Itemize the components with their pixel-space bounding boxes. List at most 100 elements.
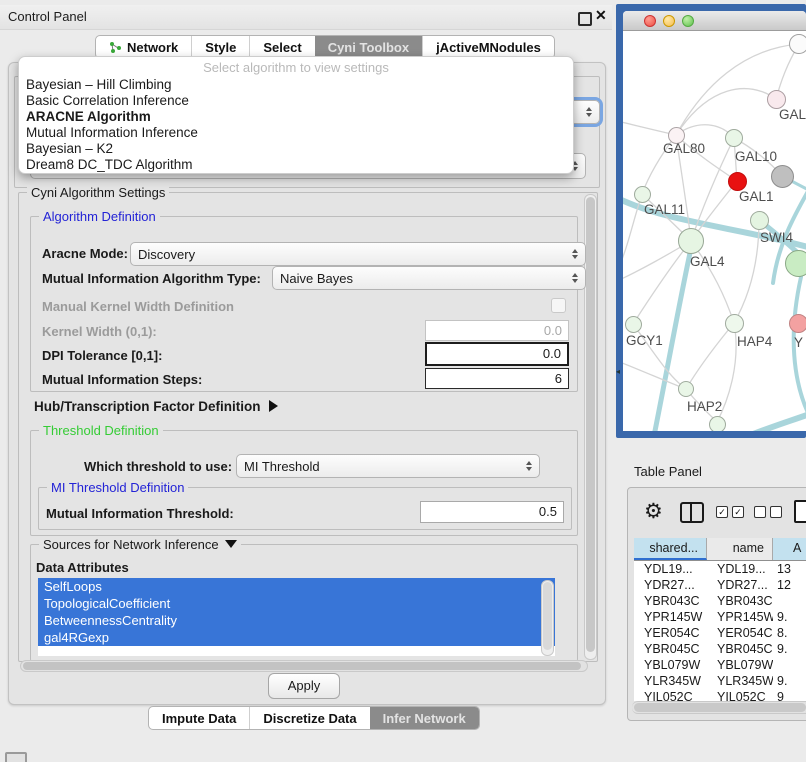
- scrollbar-thumb[interactable]: [634, 703, 806, 712]
- which-threshold-combo[interactable]: MI Threshold: [236, 454, 540, 478]
- dropdown-item[interactable]: Bayesian – K2: [19, 141, 573, 157]
- node-label: GAL4: [690, 254, 725, 269]
- table-horizontal-scrollbar[interactable]: [632, 701, 806, 714]
- network-node[interactable]: [789, 34, 806, 54]
- tab-infer-network[interactable]: Infer Network: [370, 707, 479, 729]
- scrollbar-thumb[interactable]: [543, 582, 552, 650]
- table-row[interactable]: YIL052CYIL052C9: [634, 689, 806, 701]
- network-node[interactable]: [767, 90, 786, 109]
- float-icon[interactable]: [578, 12, 592, 26]
- control-panel-title: Control Panel: [8, 9, 87, 24]
- tab-discretize-data[interactable]: Discretize Data: [249, 707, 369, 729]
- network-node[interactable]: [771, 165, 794, 188]
- settings-horizontal-scrollbar[interactable]: [20, 660, 588, 672]
- tab-label: Select: [263, 40, 301, 55]
- table-row[interactable]: YER054CYER054C8.: [634, 625, 806, 641]
- page-icon[interactable]: [794, 500, 806, 523]
- mi-threshold-field[interactable]: 0.5: [420, 501, 564, 523]
- tab-style[interactable]: Style: [191, 36, 249, 58]
- group-title: Algorithm Definition: [39, 209, 160, 224]
- network-node[interactable]: [785, 250, 806, 277]
- gear-icon[interactable]: ⚙: [644, 499, 663, 524]
- zoom-traffic-light-icon[interactable]: [682, 15, 694, 27]
- table-panel-title: Table Panel: [634, 464, 702, 479]
- network-node[interactable]: [634, 186, 651, 203]
- dpi-tolerance-field[interactable]: 0.0: [425, 342, 569, 366]
- network-window-titlebar[interactable]: [623, 11, 806, 31]
- network-icon: [109, 41, 122, 54]
- tab-jactivemnodules[interactable]: jActiveMNodules: [422, 36, 554, 58]
- list-item[interactable]: SelfLoops: [38, 578, 555, 595]
- network-node[interactable]: [725, 314, 744, 333]
- network-node[interactable]: [625, 316, 642, 333]
- stepper-icon: [520, 461, 532, 471]
- node-label: GAL10: [735, 149, 777, 164]
- algorithm-dropdown: Select algorithm to view settings Bayesi…: [18, 56, 574, 174]
- table-row[interactable]: YBR045CYBR045C9.: [634, 641, 806, 657]
- table-cell: YPR145W: [634, 609, 707, 625]
- table-row[interactable]: YBR043CYBR043C: [634, 593, 806, 609]
- network-node[interactable]: [709, 416, 726, 432]
- dropdown-item-selected[interactable]: ARACNE Algorithm: [19, 109, 573, 125]
- splitter-handle[interactable]: ◂: [616, 367, 623, 377]
- sources-toggle[interactable]: Sources for Network Inference: [39, 537, 241, 552]
- table-row[interactable]: YLR345WYLR345W9.: [634, 673, 806, 689]
- attributes-scrollbar[interactable]: [541, 580, 554, 656]
- tab-label: Cyni Toolbox: [328, 40, 409, 55]
- network-node[interactable]: [725, 129, 743, 147]
- scrollbar-thumb[interactable]: [23, 662, 581, 670]
- mi-steps-field[interactable]: 6: [425, 368, 569, 389]
- list-item[interactable]: BetweennessCentrality: [38, 612, 555, 629]
- dropdown-item[interactable]: Basic Correlation Inference: [19, 93, 573, 109]
- network-node[interactable]: [750, 211, 769, 230]
- unchecked-columns-icon[interactable]: [754, 506, 782, 518]
- node-table: shared... name A YDL19...YDL19...13YDR27…: [634, 538, 806, 701]
- close-icon[interactable]: ✕: [595, 7, 607, 24]
- network-node[interactable]: [728, 172, 747, 191]
- column-header-shared-name[interactable]: shared...: [634, 538, 707, 560]
- column-header-partial[interactable]: A: [773, 538, 806, 560]
- tab-impute-data[interactable]: Impute Data: [149, 707, 249, 729]
- checked-columns-icon[interactable]: ✓✓: [716, 506, 744, 518]
- mi-type-combo[interactable]: Naive Bayes: [272, 266, 586, 290]
- scrollbar-thumb[interactable]: [586, 197, 595, 652]
- tab-network[interactable]: Network: [96, 36, 191, 58]
- dropdown-placeholder: Select algorithm to view settings: [19, 57, 573, 77]
- list-item[interactable]: TopologicalCoefficient: [38, 595, 555, 612]
- table-row[interactable]: YDR27...YDR27...12: [634, 577, 806, 593]
- settings-vertical-scrollbar[interactable]: [584, 194, 597, 660]
- network-canvas[interactable]: GALGAL80GAL10GAL1GAL11SWI4GAL4GCY1HAP4YH…: [623, 31, 806, 431]
- tab-select[interactable]: Select: [249, 36, 314, 58]
- network-node[interactable]: [789, 314, 806, 333]
- minimize-traffic-light-icon[interactable]: [663, 15, 675, 27]
- network-node[interactable]: [678, 381, 694, 397]
- dropdown-item[interactable]: Bayesian – Hill Climbing: [19, 77, 573, 93]
- chevron-down-icon: [225, 540, 237, 548]
- panel-corner-icon[interactable]: [5, 752, 27, 762]
- table-cell: 12: [773, 577, 806, 593]
- manual-kernel-label: Manual Kernel Width Definition: [42, 299, 234, 314]
- node-label: GAL: [779, 107, 806, 122]
- table-row[interactable]: YDL19...YDL19...13: [634, 561, 806, 577]
- manual-kernel-checkbox[interactable]: [551, 298, 566, 313]
- dropdown-item[interactable]: Mutual Information Inference: [19, 125, 573, 141]
- tab-cyni-toolbox[interactable]: Cyni Toolbox: [315, 36, 422, 58]
- tab-label: Network: [127, 40, 178, 55]
- table-row[interactable]: YPR145WYPR145W9.: [634, 609, 806, 625]
- columns-icon[interactable]: [680, 502, 704, 523]
- close-traffic-light-icon[interactable]: [644, 15, 656, 27]
- node-label: GAL11: [644, 202, 685, 217]
- list-item[interactable]: gal4RGexp: [38, 629, 555, 646]
- aracne-mode-combo[interactable]: Discovery: [130, 242, 586, 266]
- tab-label: Infer Network: [383, 711, 466, 726]
- apply-button[interactable]: Apply: [268, 673, 340, 699]
- table-cell: 13: [773, 561, 806, 577]
- dropdown-item[interactable]: Dream8 DC_TDC Algorithm: [19, 157, 573, 173]
- bottom-tabbar: Impute Data Discretize Data Infer Networ…: [148, 706, 480, 730]
- column-header-name[interactable]: name: [707, 538, 773, 560]
- table-cell: YBR043C: [707, 593, 773, 609]
- table-row[interactable]: YBL079WYBL079W: [634, 657, 806, 673]
- hub-definition-toggle[interactable]: Hub/Transcription Factor Definition: [34, 399, 278, 414]
- kernel-width-field[interactable]: 0.0: [425, 320, 569, 341]
- network-node[interactable]: [678, 228, 704, 254]
